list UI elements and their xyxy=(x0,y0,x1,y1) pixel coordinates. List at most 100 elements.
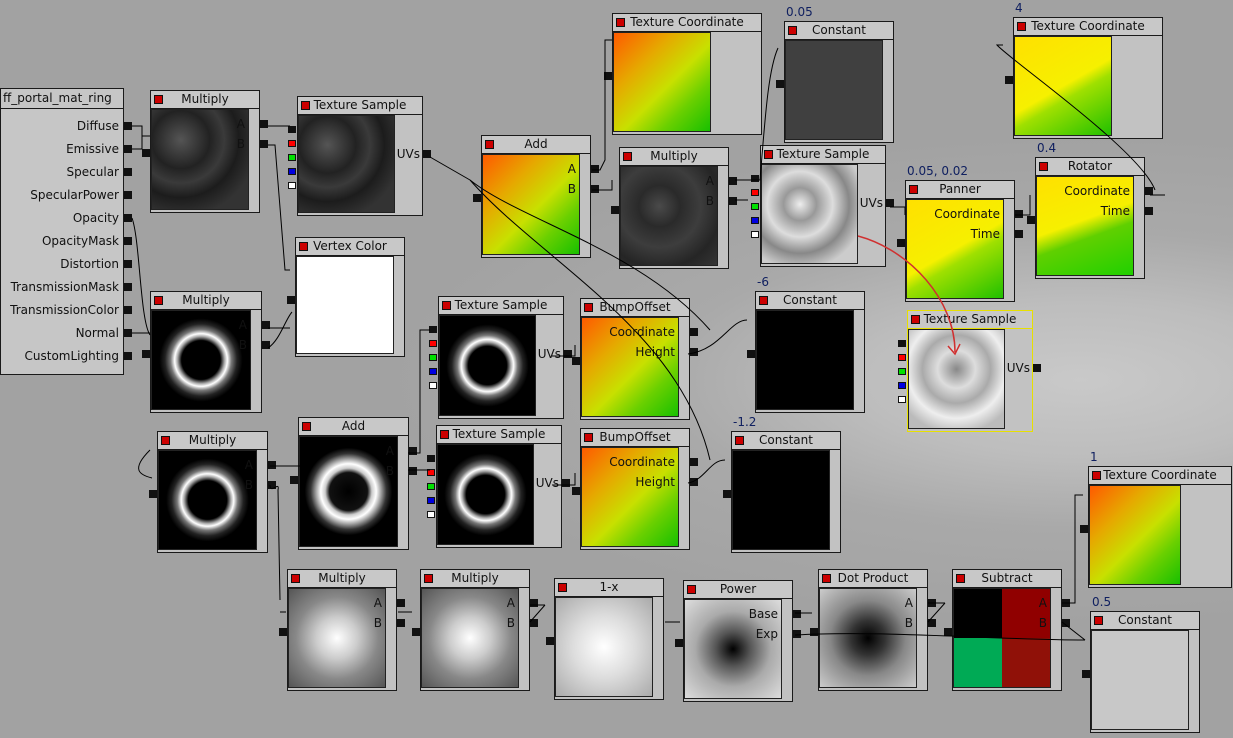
uvs-connector[interactable] xyxy=(562,479,570,487)
preview-toggle-icon[interactable] xyxy=(759,296,768,305)
preview-toggle-icon[interactable] xyxy=(616,18,625,27)
node-input-connector[interactable] xyxy=(591,165,599,173)
node-output-connector[interactable] xyxy=(747,350,755,358)
node-const2[interactable]: -1.2 Constant xyxy=(723,415,841,553)
node-vcol[interactable]: Vertex Color xyxy=(287,237,405,357)
node-output-connector[interactable] xyxy=(944,628,952,636)
node-output-connector[interactable] xyxy=(546,637,554,645)
preview-toggle-icon[interactable] xyxy=(788,26,797,35)
node-add1[interactable]: Add A B xyxy=(473,135,599,258)
green-output-icon[interactable] xyxy=(288,154,296,161)
node-header[interactable]: BumpOffset xyxy=(580,428,690,447)
uvs-connector[interactable] xyxy=(886,199,894,207)
node-pow[interactable]: Power Base Exp xyxy=(675,580,801,702)
node-input-connector[interactable] xyxy=(397,619,405,627)
node-input-connector[interactable] xyxy=(793,610,801,618)
node-header[interactable]: Panner xyxy=(905,180,1015,199)
uvs-connector[interactable] xyxy=(1033,364,1041,372)
node-header[interactable]: Rotator xyxy=(1035,157,1145,176)
preview-toggle-icon[interactable] xyxy=(584,433,593,442)
node-output-connector[interactable] xyxy=(279,628,287,636)
node-input-connector[interactable] xyxy=(1062,599,1070,607)
node-header[interactable]: Subtract xyxy=(952,569,1062,588)
node-output-connector[interactable] xyxy=(412,628,420,636)
preview-toggle-icon[interactable] xyxy=(161,436,170,445)
node-const1[interactable]: -6 Constant xyxy=(747,275,865,413)
node-header[interactable]: Texture Coordinate xyxy=(1013,17,1163,36)
node-input-connector[interactable] xyxy=(1145,187,1153,195)
node-input-connector[interactable] xyxy=(409,467,417,475)
preview-toggle-icon[interactable] xyxy=(1092,471,1101,480)
node-input-connector[interactable] xyxy=(262,321,270,329)
node-input-connector[interactable] xyxy=(729,197,737,205)
node-output-connector[interactable] xyxy=(1082,670,1090,678)
node-input-connector[interactable] xyxy=(928,619,936,627)
root-connector[interactable] xyxy=(124,237,132,245)
node-header[interactable]: Multiply xyxy=(420,569,530,588)
node-output-connector[interactable] xyxy=(290,476,298,484)
root-connector[interactable] xyxy=(124,306,132,314)
preview-toggle-icon[interactable] xyxy=(911,315,920,324)
green-output-icon[interactable] xyxy=(751,203,759,210)
alpha-output-icon[interactable] xyxy=(429,382,437,389)
node-header[interactable]: Texture Sample xyxy=(436,425,562,444)
node-header[interactable]: Texture Coordinate xyxy=(612,13,762,32)
node-header[interactable]: Texture Sample xyxy=(907,310,1033,329)
node-mul2[interactable]: Multiply A B xyxy=(142,291,270,413)
node-bump2[interactable]: BumpOffset Coordinate Height xyxy=(572,428,698,550)
alpha-output-icon[interactable] xyxy=(288,182,296,189)
material-editor-canvas[interactable]: ff_portal_mat_ring Diffuse Emissive Spec… xyxy=(0,0,1233,738)
rgb-output-icon[interactable] xyxy=(427,455,435,462)
node-output-connector[interactable] xyxy=(287,296,295,304)
root-connector[interactable] xyxy=(124,145,132,153)
node-input-connector[interactable] xyxy=(690,458,698,466)
node-input-connector[interactable] xyxy=(1015,230,1023,238)
node-output-connector[interactable] xyxy=(149,490,157,498)
blue-output-icon[interactable] xyxy=(429,368,437,375)
node-tex1[interactable]: Texture Sample UVs xyxy=(288,96,431,216)
rgb-output-icon[interactable] xyxy=(751,175,759,182)
node-input-connector[interactable] xyxy=(591,185,599,193)
red-output-icon[interactable] xyxy=(429,340,437,347)
preview-toggle-icon[interactable] xyxy=(909,185,918,194)
node-input-connector[interactable] xyxy=(928,599,936,607)
node-dot[interactable]: Dot Product A B xyxy=(810,569,936,691)
node-mul1[interactable]: Multiply A B xyxy=(142,90,268,213)
node-input-connector[interactable] xyxy=(1062,619,1070,627)
preview-toggle-icon[interactable] xyxy=(424,574,433,583)
alpha-output-icon[interactable] xyxy=(898,396,906,403)
node-mul5[interactable]: Multiply A B xyxy=(279,569,405,691)
node-header[interactable]: Texture Sample xyxy=(438,296,564,315)
preview-toggle-icon[interactable] xyxy=(291,574,300,583)
node-sub[interactable]: Subtract A B xyxy=(944,569,1070,691)
uvs-connector[interactable] xyxy=(423,150,431,158)
preview-toggle-icon[interactable] xyxy=(687,585,696,594)
material-root-node[interactable]: ff_portal_mat_ring Diffuse Emissive Spec… xyxy=(0,88,124,375)
node-input-connector[interactable] xyxy=(268,461,276,469)
node-input-connector[interactable] xyxy=(690,328,698,336)
node-input-connector[interactable] xyxy=(397,599,405,607)
node-input-connector[interactable] xyxy=(729,177,737,185)
blue-output-icon[interactable] xyxy=(751,217,759,224)
blue-output-icon[interactable] xyxy=(427,497,435,504)
node-header[interactable]: Constant xyxy=(784,21,894,40)
red-output-icon[interactable] xyxy=(427,469,435,476)
preview-toggle-icon[interactable] xyxy=(822,574,831,583)
preview-toggle-icon[interactable] xyxy=(1017,22,1026,31)
node-const3[interactable]: 0.05 Constant xyxy=(776,5,894,143)
node-output-connector[interactable] xyxy=(572,487,580,495)
node-rot[interactable]: 0.4 Rotator Coordinate Time xyxy=(1027,141,1153,279)
node-header[interactable]: Multiply xyxy=(157,431,268,450)
root-connector[interactable] xyxy=(124,283,132,291)
node-header[interactable]: Texture Sample xyxy=(760,145,886,164)
preview-toggle-icon[interactable] xyxy=(301,101,310,110)
rgb-output-icon[interactable] xyxy=(288,126,296,133)
root-connector[interactable] xyxy=(124,191,132,199)
root-connector[interactable] xyxy=(124,122,132,130)
node-header[interactable]: Vertex Color xyxy=(295,237,405,256)
node-tc3[interactable]: 1 Texture Coordinate xyxy=(1080,450,1232,588)
preview-toggle-icon[interactable] xyxy=(558,583,567,592)
node-input-connector[interactable] xyxy=(690,478,698,486)
root-connector[interactable] xyxy=(124,329,132,337)
node-input-connector[interactable] xyxy=(690,348,698,356)
